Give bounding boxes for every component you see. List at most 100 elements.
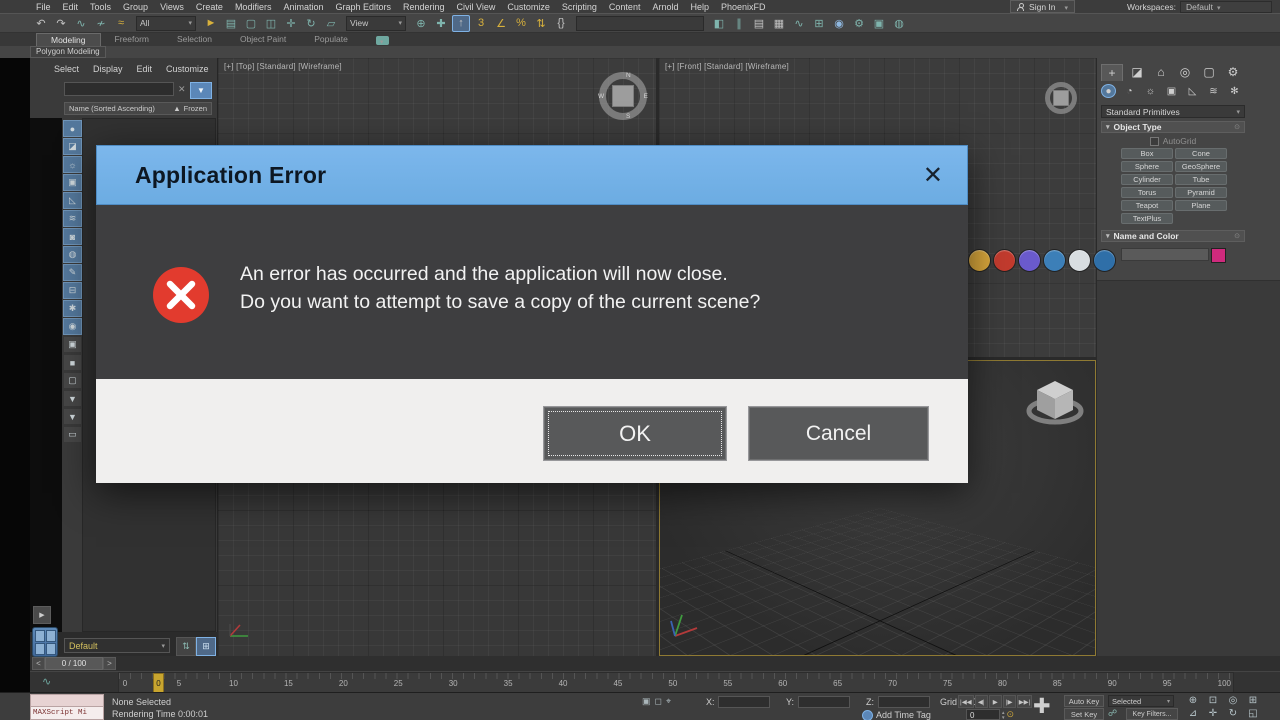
bind-to-space-warp-icon[interactable]: ≈	[112, 15, 130, 32]
display-geometry-icon[interactable]: ●	[63, 120, 82, 137]
tab-hierarchy-icon[interactable]: ⌂	[1151, 64, 1171, 80]
rectangular-selection-region-icon[interactable]: ▢	[242, 15, 260, 32]
maximize-viewport-icon[interactable]: ◱	[1246, 707, 1260, 720]
timeline[interactable]: ∿ 05101520253035404550556065707580859095…	[30, 671, 1280, 693]
menu-item[interactable]: Scripting	[562, 2, 597, 12]
primitive-button[interactable]: Sphere	[1121, 161, 1173, 172]
timeline-ruler[interactable]: 0510152025303540455055606570758085909510…	[118, 672, 1234, 693]
cancel-button[interactable]: Cancel	[748, 406, 929, 461]
viewcube-compass[interactable]: N S W E	[599, 72, 647, 120]
y-coordinate-field[interactable]	[798, 696, 850, 708]
key-mode-icon[interactable]: ⊙	[1006, 709, 1014, 720]
explorer-search-input[interactable]	[64, 82, 174, 96]
render-production-icon[interactable]: ◍	[890, 15, 908, 32]
select-and-move-icon[interactable]: ✛	[282, 15, 300, 32]
maxscript-mini-listener[interactable]: MAXScript Mi	[30, 694, 104, 720]
cat-helpers-icon[interactable]: ◺	[1185, 84, 1200, 98]
close-icon[interactable]: ✕	[923, 161, 943, 190]
object-name-field[interactable]	[1121, 248, 1209, 261]
key-filters-button[interactable]: Key Filters...	[1126, 708, 1178, 720]
dialog-title-bar[interactable]: Application Error ✕	[96, 145, 968, 205]
window-crossing-icon[interactable]: ◫	[262, 15, 280, 32]
workspace-value[interactable]: Default	[1180, 1, 1272, 13]
go-to-start-button[interactable]: |◀◀	[958, 695, 974, 708]
time-tag-icon[interactable]	[862, 710, 873, 720]
maxscript-label[interactable]: MAXScript Mi	[30, 707, 104, 720]
select-and-rotate-icon[interactable]: ↻	[302, 15, 320, 32]
primitive-button[interactable]: GeoSphere	[1175, 161, 1227, 172]
key-character-icon[interactable]: ☍	[1108, 708, 1117, 719]
previous-frame-nav[interactable]: <	[32, 657, 45, 670]
display-materials-icon[interactable]: ✎	[63, 264, 82, 281]
menu-item[interactable]: Views	[160, 2, 184, 12]
autogrid-checkbox[interactable]	[1150, 137, 1159, 146]
primitive-button[interactable]: Cylinder	[1121, 174, 1173, 185]
plugin-splash-icon[interactable]	[1093, 249, 1116, 272]
viewport-top-label[interactable]: [+] [Top] [Standard] [Wireframe]	[224, 62, 342, 71]
explorer-filter-button[interactable]: ▼	[190, 82, 212, 99]
menu-item[interactable]: Help	[690, 2, 709, 12]
add-time-tag[interactable]: Add Time Tag	[876, 710, 931, 720]
orbit-icon[interactable]: ↻	[1226, 707, 1240, 720]
cat-shapes-icon[interactable]: ◔	[1122, 84, 1137, 98]
plugin-foam-icon[interactable]	[1068, 249, 1091, 272]
menu-item[interactable]: Animation	[283, 2, 323, 12]
plugin-teapot-icon[interactable]	[968, 249, 991, 272]
rendered-frame-window-icon[interactable]: ▣	[870, 15, 888, 32]
plugin-fire-icon[interactable]	[993, 249, 1016, 272]
angle-snap-icon[interactable]: ∠	[492, 15, 510, 32]
solid-box-icon[interactable]: ■	[63, 354, 82, 371]
keyboard-shortcut-override-icon[interactable]: ↑	[452, 15, 470, 32]
previous-frame-button[interactable]: ◀|	[975, 695, 988, 708]
menu-item[interactable]: Rendering	[403, 2, 445, 12]
selection-filter-dropdown[interactable]: All	[136, 16, 196, 31]
filter-disabled-icon[interactable]: ▼	[63, 390, 82, 407]
align-icon[interactable]: ∥	[730, 15, 748, 32]
cat-cameras-icon[interactable]: ▣	[1164, 84, 1179, 98]
viewcube-top-face[interactable]	[612, 85, 634, 107]
display-hidden-icon[interactable]: ◉	[63, 318, 82, 335]
x-coordinate-field[interactable]	[718, 696, 770, 708]
open-mini-curve-icon[interactable]: ⊞	[196, 637, 216, 656]
timeline-scrubber[interactable]: 0	[153, 673, 164, 693]
primitive-button[interactable]: Box	[1121, 148, 1173, 159]
track-curve-icon[interactable]: ∿	[42, 675, 51, 688]
name-column-header[interactable]: Name (Sorted Ascending)	[69, 104, 155, 113]
use-pivot-point-center-icon[interactable]: ⊕	[412, 15, 430, 32]
viewcube[interactable]	[1023, 369, 1087, 433]
zoom-extents-all-icon[interactable]: ⊞	[1246, 694, 1260, 707]
toggle-layer-explorer-icon[interactable]: ▤	[750, 15, 768, 32]
display-containers-icon[interactable]: ◙	[63, 228, 82, 245]
primitive-button[interactable]: Cone	[1175, 148, 1227, 159]
ribbon-tab[interactable]: Selection	[163, 33, 226, 46]
explorer-menu-item[interactable]: Display	[93, 64, 123, 74]
animation-layout-dropdown[interactable]: Default	[64, 638, 170, 653]
primitive-button[interactable]: Teapot	[1121, 200, 1173, 211]
primitive-button[interactable]: Torus	[1121, 187, 1173, 198]
selection-set-dropdown[interactable]: Selected	[1108, 695, 1174, 707]
object-color-swatch[interactable]	[1211, 248, 1226, 263]
filter-stack-icon[interactable]: ⇅	[176, 637, 196, 656]
menu-item[interactable]: Civil View	[457, 2, 496, 12]
menu-item[interactable]: Group	[123, 2, 148, 12]
tab-utilities-icon[interactable]: ⚙	[1223, 64, 1243, 80]
isolate-selection-icon[interactable]: ▣	[642, 696, 651, 707]
menu-item[interactable]: Tools	[90, 2, 111, 12]
frame-box-icon[interactable]: ▢	[63, 372, 82, 389]
primitive-button[interactable]: Plane	[1175, 200, 1227, 211]
menu-item[interactable]: Create	[196, 2, 223, 12]
select-by-name-icon[interactable]: ▤	[222, 15, 240, 32]
explorer-menu-item[interactable]: Edit	[137, 64, 153, 74]
primitive-button[interactable]: Tube	[1175, 174, 1227, 185]
named-selection-sets-icon[interactable]: {}	[552, 15, 570, 32]
primitive-button[interactable]: TextPlus	[1121, 213, 1173, 224]
polygon-modeling-label[interactable]: Polygon Modeling	[30, 46, 106, 58]
curve-editor-icon[interactable]: ∿	[790, 15, 808, 32]
autogrid-row[interactable]: AutoGrid	[1101, 136, 1245, 146]
display-shapes-icon[interactable]: ◪	[63, 138, 82, 155]
object-type-rollout-header[interactable]: Object Type ⊙	[1101, 121, 1245, 133]
select-and-scale-icon[interactable]: ▱	[322, 15, 340, 32]
snaps-toggle-3d-icon[interactable]: 3	[472, 15, 490, 32]
auto-key-button[interactable]: Auto Key	[1064, 695, 1104, 707]
undo-icon[interactable]: ↶	[32, 15, 50, 32]
